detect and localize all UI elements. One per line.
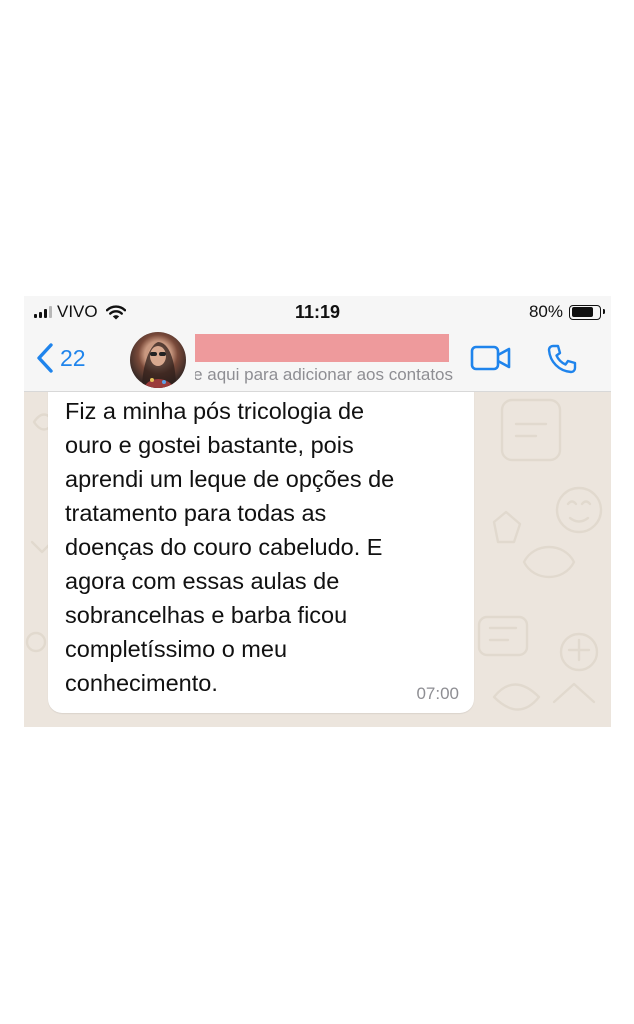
whatsapp-screenshot: VIVO 11:19 80% 22 e aqui para adicionar … [24, 296, 611, 727]
avatar-photo [142, 342, 176, 388]
video-call-button[interactable] [470, 345, 512, 376]
video-call-icon [470, 345, 511, 371]
avatar[interactable] [130, 332, 186, 388]
message-time: 07:00 [416, 684, 459, 703]
chat-header: 22 Toque aqui para adicionar aos contato… [24, 328, 611, 392]
chevron-left-icon [37, 343, 53, 373]
message-bubble[interactable]: Fiz a minha pós tricologia de ouro e gos… [48, 392, 474, 713]
contact-name-redacted[interactable] [195, 334, 449, 362]
unread-count: 22 [60, 344, 86, 371]
battery-percent: 80% [528, 302, 563, 321]
chat-area[interactable]: Fiz a minha pós tricologia de ouro e gos… [24, 392, 611, 727]
voice-call-button[interactable] [546, 343, 578, 380]
status-bar: VIVO 11:19 80% [24, 296, 611, 328]
status-time: 11:19 [294, 302, 341, 322]
battery-fill [571, 307, 594, 317]
message-text: Fiz a minha pós tricologia de ouro e gos… [65, 398, 395, 696]
battery-icon [569, 304, 605, 320]
status-right: 80% [528, 302, 605, 322]
back-button[interactable]: 22 [36, 342, 86, 374]
phone-icon [547, 344, 577, 374]
add-contact-hint[interactable]: Toque aqui para adicionar aos contatos [195, 365, 453, 385]
